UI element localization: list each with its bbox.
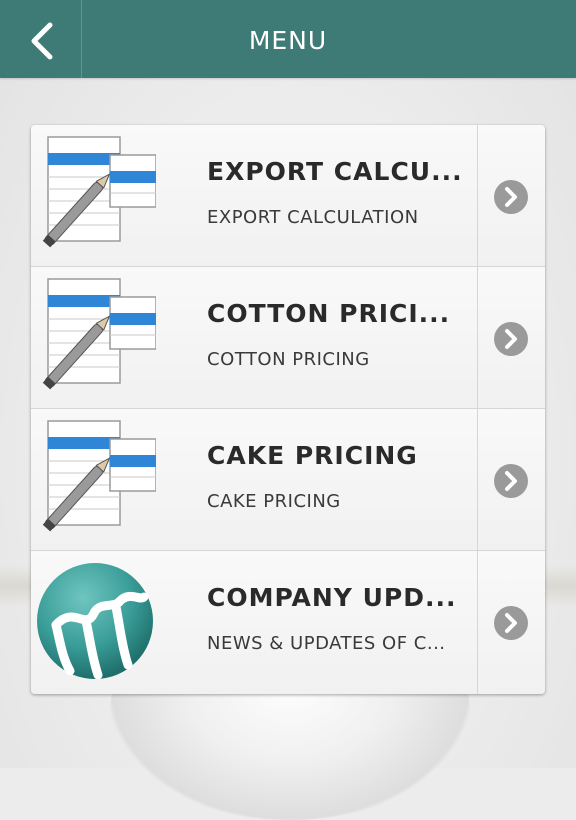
- menu-item-title: COTTON PRICI...: [207, 299, 451, 328]
- chevron-right-circle-icon: [494, 464, 528, 498]
- chevron-left-icon: [31, 22, 53, 60]
- menu-item-chevron-cell: [477, 267, 545, 408]
- company-logo-icon: [37, 563, 153, 679]
- spreadsheet-pencil-icon: [42, 420, 156, 532]
- header-bar: MENU: [0, 0, 576, 78]
- chevron-right-circle-icon: [494, 322, 528, 356]
- menu-list: EXPORT CALCU... EXPORT CALCULATION COTTO…: [31, 125, 545, 694]
- page-title: MENU: [248, 26, 328, 55]
- menu-item-subtitle: CAKE PRICING: [207, 491, 341, 512]
- menu-item-cotton-pricing[interactable]: COTTON PRICI... COTTON PRICING: [31, 267, 545, 409]
- menu-item-chevron-cell: [477, 551, 545, 694]
- menu-item-subtitle: EXPORT CALCULATION: [207, 207, 419, 228]
- menu-item-export-calculation[interactable]: EXPORT CALCU... EXPORT CALCULATION: [31, 125, 545, 267]
- menu-item-subtitle: NEWS & UPDATES OF C...: [207, 633, 446, 654]
- chevron-right-circle-icon: [494, 606, 528, 640]
- back-button[interactable]: [0, 0, 82, 78]
- menu-item-subtitle: COTTON PRICING: [207, 349, 370, 370]
- spreadsheet-pencil-icon: [42, 278, 156, 390]
- menu-item-cake-pricing[interactable]: CAKE PRICING CAKE PRICING: [31, 409, 545, 551]
- menu-item-company-updates[interactable]: COMPANY UPD... NEWS & UPDATES OF C...: [31, 551, 545, 694]
- spreadsheet-pencil-icon: [42, 136, 156, 248]
- menu-item-chevron-cell: [477, 125, 545, 266]
- menu-item-title: CAKE PRICING: [207, 441, 418, 470]
- menu-item-title: EXPORT CALCU...: [207, 157, 463, 186]
- menu-item-chevron-cell: [477, 409, 545, 550]
- chevron-right-circle-icon: [494, 180, 528, 214]
- menu-item-title: COMPANY UPD...: [207, 583, 457, 612]
